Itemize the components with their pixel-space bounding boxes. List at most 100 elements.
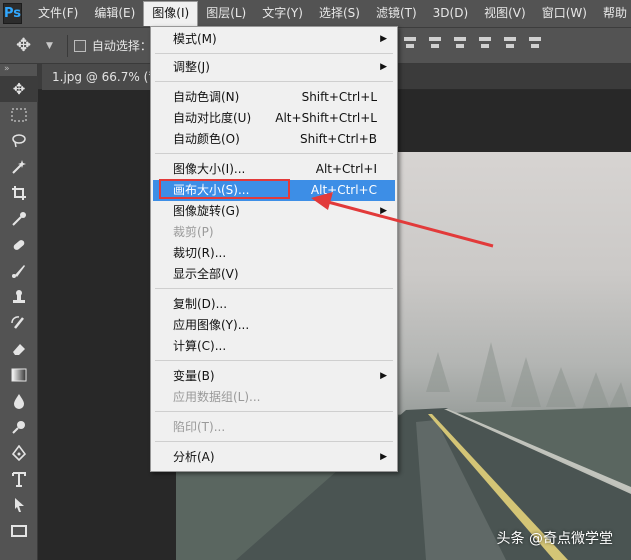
menu-item-label: 裁剪(P) <box>173 225 214 239</box>
gradient-tool-icon[interactable] <box>0 362 38 388</box>
menu-item-shortcut: Shift+Ctrl+B <box>300 132 377 146</box>
eraser-icon[interactable] <box>0 336 38 362</box>
align-buttons <box>402 34 543 52</box>
menu-item-auto-color[interactable]: 自动颜色(O) Shift+Ctrl+B <box>153 129 395 150</box>
auto-select-label: 自动选择： <box>91 39 152 53</box>
menu-item-mode[interactable]: 模式(M) ▶ <box>153 29 395 50</box>
menu-item-label: 应用数据组(L)... <box>173 390 261 404</box>
menu-separator <box>155 411 393 412</box>
auto-select-checkbox[interactable] <box>73 39 86 52</box>
align-vcenter-icon[interactable] <box>427 34 443 52</box>
menu-separator <box>155 81 393 82</box>
menu-item-apply-data-set[interactable]: 应用数据组(L)... <box>153 387 395 408</box>
menu-window[interactable]: 窗口(W) <box>534 0 595 27</box>
menu-3d[interactable]: 3D(D) <box>425 0 476 27</box>
rectangle-tool-icon[interactable] <box>0 518 38 544</box>
menu-item-label: 复制(D)... <box>173 297 228 311</box>
menu-separator <box>155 288 393 289</box>
menu-item-adjustments[interactable]: 调整(J) ▶ <box>153 57 395 78</box>
menu-item-label: 调整(J) <box>173 60 210 74</box>
submenu-arrow-icon: ▶ <box>380 452 387 462</box>
menu-separator <box>155 153 393 154</box>
brush-tool-icon[interactable] <box>0 258 38 284</box>
menu-item-label: 计算(C)... <box>173 339 227 353</box>
menu-bar: Ps 文件(F) 编辑(E) 图像(I) 图层(L) 文字(Y) 选择(S) 滤… <box>0 0 631 27</box>
tools-panel: » ✥ <box>0 64 38 560</box>
menu-edit[interactable]: 编辑(E) <box>86 0 143 27</box>
align-left-icon[interactable] <box>477 34 493 52</box>
marquee-tool-icon[interactable] <box>0 102 38 128</box>
submenu-arrow-icon: ▶ <box>380 62 387 72</box>
align-hcenter-icon[interactable] <box>502 34 518 52</box>
menu-item-label: 显示全部(V) <box>173 267 239 281</box>
menu-separator <box>155 53 393 54</box>
menu-item-label: 自动色调(N) <box>173 90 240 104</box>
align-bottom-icon[interactable] <box>452 34 468 52</box>
menu-item-trap[interactable]: 陷印(T)... <box>153 417 395 438</box>
crop-tool-icon[interactable] <box>0 180 38 206</box>
menu-item-auto-contrast[interactable]: 自动对比度(U) Alt+Shift+Ctrl+L <box>153 108 395 129</box>
menu-item-canvas-size[interactable]: 画布大小(S)... Alt+Ctrl+C <box>153 180 395 201</box>
divider <box>66 34 68 57</box>
blur-tool-icon[interactable] <box>0 388 38 414</box>
image-menu-dropdown: 模式(M) ▶ 调整(J) ▶ 自动色调(N) Shift+Ctrl+L 自动对… <box>150 26 398 472</box>
magic-wand-icon[interactable] <box>0 154 38 180</box>
menu-item-reveal-all[interactable]: 显示全部(V) <box>153 264 395 285</box>
menu-view[interactable]: 视图(V) <box>476 0 534 27</box>
menu-item-label: 裁切(R)... <box>173 246 227 260</box>
menu-item-calculations[interactable]: 计算(C)... <box>153 336 395 357</box>
menu-item-crop[interactable]: 裁剪(P) <box>153 222 395 243</box>
menu-item-label: 陷印(T)... <box>173 420 226 434</box>
align-right-icon[interactable] <box>527 34 543 52</box>
move-tool-preset-icon[interactable]: ✥ <box>16 35 46 56</box>
menu-item-shortcut: Alt+Shift+Ctrl+L <box>275 111 377 125</box>
submenu-arrow-icon: ▶ <box>380 371 387 381</box>
menu-item-shortcut: Alt+Ctrl+C <box>310 183 377 197</box>
menu-item-label: 自动对比度(U) <box>173 111 252 125</box>
path-select-icon[interactable] <box>0 492 38 518</box>
menu-file[interactable]: 文件(F) <box>30 0 86 27</box>
menu-select[interactable]: 选择(S) <box>311 0 368 27</box>
align-top-icon[interactable] <box>402 34 418 52</box>
submenu-arrow-icon: ▶ <box>380 206 387 216</box>
move-tool-icon[interactable]: ✥ <box>0 76 38 102</box>
menu-item-label: 图像旋转(G) <box>173 204 240 218</box>
menu-separator <box>155 360 393 361</box>
menu-item-label: 模式(M) <box>173 32 217 46</box>
menu-item-apply-image[interactable]: 应用图像(Y)... <box>153 315 395 336</box>
menu-item-auto-tone[interactable]: 自动色调(N) Shift+Ctrl+L <box>153 87 395 108</box>
eyedropper-icon[interactable] <box>0 206 38 232</box>
panel-grip-icon[interactable]: » <box>0 64 37 76</box>
submenu-arrow-icon: ▶ <box>380 34 387 44</box>
menu-item-image-size[interactable]: 图像大小(I)... Alt+Ctrl+I <box>153 159 395 180</box>
menu-layer[interactable]: 图层(L) <box>198 0 254 27</box>
menu-item-shortcut: Shift+Ctrl+L <box>301 90 377 104</box>
dodge-tool-icon[interactable] <box>0 414 38 440</box>
healing-brush-icon[interactable] <box>0 232 38 258</box>
menu-filter[interactable]: 滤镜(T) <box>368 0 425 27</box>
menu-item-label: 变量(B) <box>173 369 215 383</box>
photoshop-logo[interactable]: Ps <box>3 3 23 24</box>
menu-type[interactable]: 文字(Y) <box>254 0 311 27</box>
lasso-tool-icon[interactable] <box>0 128 38 154</box>
watermark: 头条 @奇点微学堂 <box>496 531 613 547</box>
type-tool-icon[interactable] <box>0 466 38 492</box>
menu-image[interactable]: 图像(I) <box>143 1 199 26</box>
menu-item-label: 画布大小(S)... <box>173 183 250 197</box>
menu-item-duplicate[interactable]: 复制(D)... <box>153 294 395 315</box>
pen-tool-icon[interactable] <box>0 440 38 466</box>
menu-help[interactable]: 帮助 <box>595 0 631 27</box>
menu-item-label: 自动颜色(O) <box>173 132 240 146</box>
chevron-down-icon[interactable]: ▼ <box>46 41 53 51</box>
menu-separator <box>155 441 393 442</box>
menu-item-trim[interactable]: 裁切(R)... <box>153 243 395 264</box>
menu-item-label: 分析(A) <box>173 450 215 464</box>
menu-item-label: 图像大小(I)... <box>173 162 246 176</box>
history-brush-icon[interactable] <box>0 310 38 336</box>
clone-stamp-icon[interactable] <box>0 284 38 310</box>
menu-item-image-rotation[interactable]: 图像旋转(G) ▶ <box>153 201 395 222</box>
document-tab[interactable]: 1.jpg @ 66.7% (背 <box>42 64 162 90</box>
menu-item-analysis[interactable]: 分析(A) ▶ <box>153 447 395 468</box>
menu-item-label: 应用图像(Y)... <box>173 318 250 332</box>
menu-item-variables[interactable]: 变量(B) ▶ <box>153 366 395 387</box>
